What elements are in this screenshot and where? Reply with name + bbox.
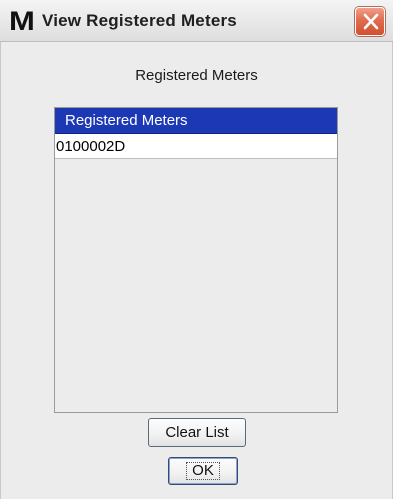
list-column-header[interactable]: Registered Meters [55,108,337,134]
list-item-label: 0100002D [56,138,126,155]
close-icon [363,13,379,30]
registered-meters-list[interactable]: Registered Meters 0100002D [54,107,338,413]
ok-button-label: OK [186,462,220,480]
ok-button[interactable]: OK [168,457,238,485]
close-button[interactable] [355,7,385,36]
title-bar[interactable]: M View Registered Meters [0,0,393,42]
section-heading: Registered Meters [135,67,258,84]
list-column-header-label: Registered Meters [65,112,188,129]
dialog-window: M View Registered Meters Registered Mete… [0,0,393,499]
clear-list-button[interactable]: Clear List [148,418,246,447]
app-logo-icon: M [9,6,35,36]
window-title: View Registered Meters [42,11,237,30]
list-item[interactable]: 0100002D [55,134,337,159]
